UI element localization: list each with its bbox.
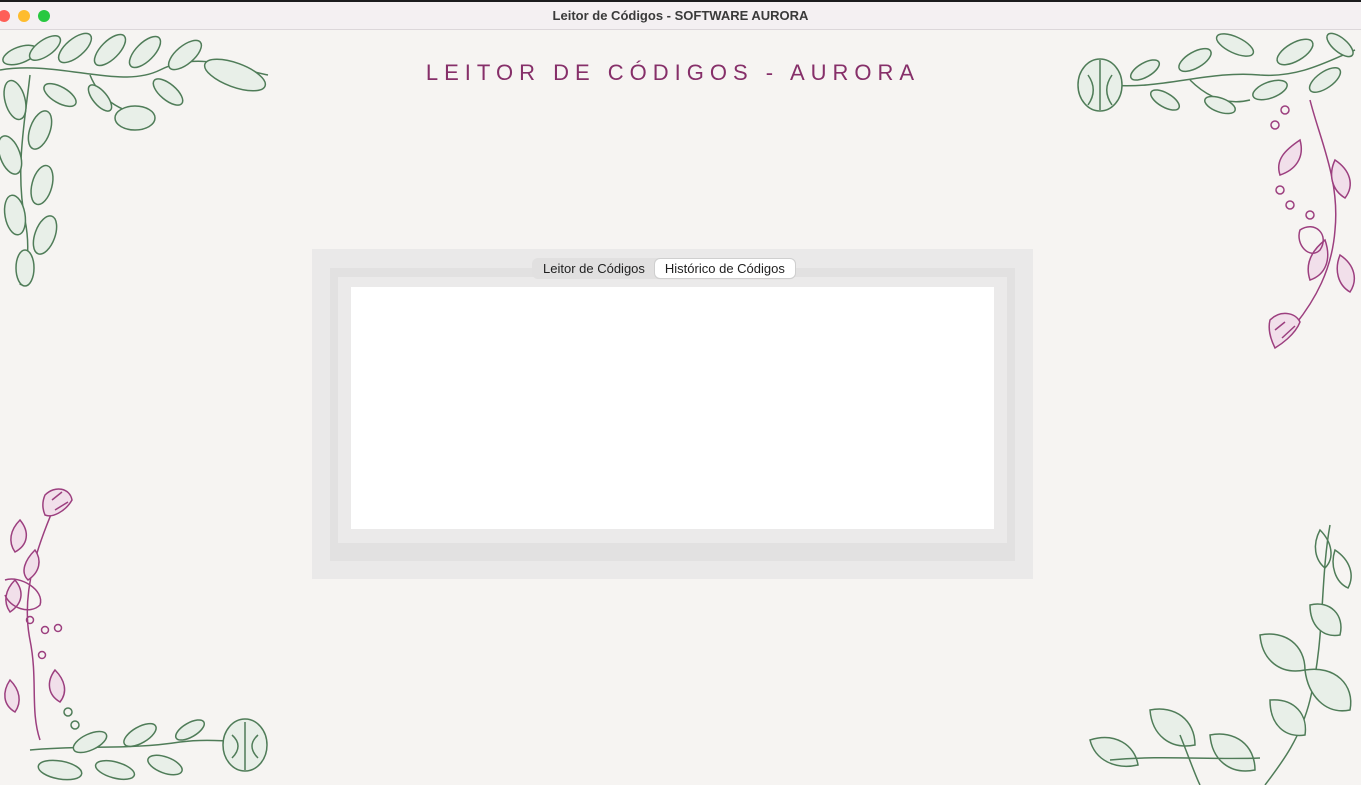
floral-decoration-top-right [1077, 32, 1356, 350]
tab-historico-de-codigos[interactable]: Histórico de Códigos [654, 259, 795, 278]
floral-decoration-bottom-right [1089, 524, 1352, 785]
tab-leitor-de-codigos[interactable]: Leitor de Códigos [533, 259, 655, 278]
tab-bar: Leitor de Códigos Histórico de Códigos [532, 258, 796, 279]
window-title: Leitor de Códigos - SOFTWARE AURORA [552, 8, 809, 23]
history-list[interactable] [351, 287, 994, 529]
tab-widget: Leitor de Códigos Histórico de Códigos [312, 249, 1033, 579]
window-titlebar: Leitor de Códigos - SOFTWARE AURORA [0, 0, 1361, 30]
tab-pane-frame [330, 268, 1015, 561]
tab-pane-historico [338, 277, 1007, 543]
floral-decoration-bottom-left [4, 488, 268, 781]
floral-decoration-top-left [0, 32, 269, 287]
